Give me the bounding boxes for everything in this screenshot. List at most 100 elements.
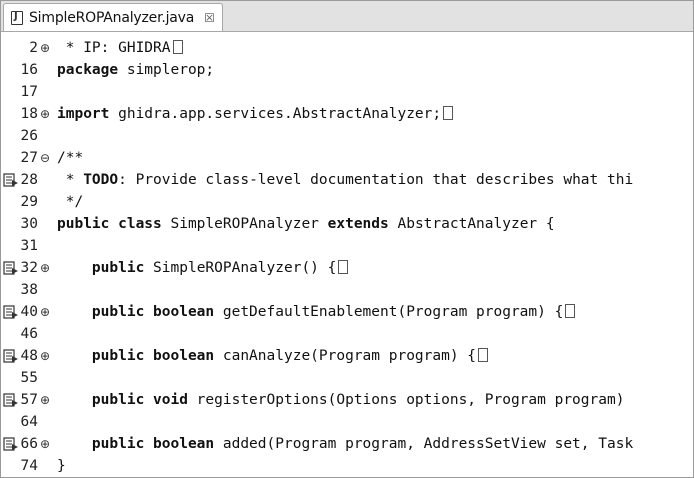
code-token: AbstractAnalyzer { xyxy=(388,216,555,232)
code-token: canAnalyze(Program program) { xyxy=(214,348,477,364)
code-line[interactable]: 32 ⊕ public SimpleROPAnalyzer() { xyxy=(1,257,693,279)
code-line[interactable]: 29 */ xyxy=(1,191,693,213)
line-number: 30 xyxy=(20,216,38,232)
line-number: 64 xyxy=(20,414,38,430)
close-icon[interactable]: ☒ xyxy=(204,11,215,25)
code-text: } xyxy=(57,455,66,477)
code-line[interactable]: 48 ⊕ public boolean canAnalyze(Program pr… xyxy=(1,345,693,367)
keyword: extends xyxy=(327,216,389,232)
code-line[interactable]: 28 * TODO: Provide class-level documenta… xyxy=(1,169,693,191)
code-line[interactable]: 27 ⊖ /** xyxy=(1,147,693,169)
tab-simpleropanalyzer[interactable]: SimpleROPAnalyzer.java ☒ xyxy=(3,3,223,31)
code-token: SimpleROPAnalyzer() { xyxy=(144,260,337,276)
code-line[interactable]: 26 xyxy=(1,125,693,147)
code-line[interactable]: 46 xyxy=(1,323,693,345)
collapsed-code-box[interactable] xyxy=(565,304,576,318)
code-text: public boolean added(Program program, Ad… xyxy=(57,433,633,455)
java-file-icon xyxy=(11,10,23,25)
code-line[interactable]: 74} xyxy=(1,455,693,477)
fold-collapse-icon[interactable]: ⊖ xyxy=(40,147,50,169)
line-number: 48 xyxy=(20,348,38,364)
line-number: 55 xyxy=(20,370,38,386)
line-number: 29 xyxy=(20,194,38,210)
code-text: * IP: GHIDRA xyxy=(57,37,183,59)
code-text: * TODO: Provide class-level documentatio… xyxy=(57,169,633,191)
code-line[interactable]: 64 xyxy=(1,411,693,433)
fold-expand-icon[interactable]: ⊕ xyxy=(40,257,50,279)
keyword: import xyxy=(57,106,110,122)
fold-expand-icon[interactable]: ⊕ xyxy=(40,433,50,455)
keyword: public boolean xyxy=(91,348,215,364)
code-line[interactable]: 38 xyxy=(1,279,693,301)
code-token: /** xyxy=(57,150,84,166)
collapsed-code-box[interactable] xyxy=(443,106,454,120)
code-text: /** xyxy=(57,147,83,169)
fold-expand-icon[interactable]: ⊕ xyxy=(40,103,50,125)
code-token: */ xyxy=(57,194,84,210)
fold-expand-icon[interactable]: ⊕ xyxy=(40,37,50,59)
line-number: 16 xyxy=(20,62,38,78)
code-line[interactable]: 31 xyxy=(1,235,693,257)
keyword: TODO xyxy=(83,172,119,188)
code-line[interactable]: 66 ⊕ public boolean added(Program program… xyxy=(1,433,693,455)
keyword: public void xyxy=(91,392,188,408)
line-number: 31 xyxy=(20,238,38,254)
line-number: 57 xyxy=(20,392,38,408)
code-token: added(Program program, AddressSetView se… xyxy=(214,436,634,452)
line-number: 17 xyxy=(20,84,38,100)
code-text: public SimpleROPAnalyzer() { xyxy=(57,257,349,279)
keyword: public class xyxy=(57,216,162,232)
code-text: public class SimpleROPAnalyzer extends A… xyxy=(57,213,555,235)
code-text: */ xyxy=(57,191,83,213)
code-line[interactable]: 30 public class SimpleROPAnalyzer extends… xyxy=(1,213,693,235)
line-number: 74 xyxy=(20,458,38,474)
line-number: 66 xyxy=(20,436,38,452)
code-line[interactable]: 17 xyxy=(1,81,693,103)
line-number: 28 xyxy=(20,172,38,188)
code-token: simplerop; xyxy=(118,62,215,78)
collapsed-code-box[interactable] xyxy=(172,40,183,54)
tab-title: SimpleROPAnalyzer.java xyxy=(29,9,195,26)
code-line[interactable]: 2 ⊕ * IP: GHIDRA xyxy=(1,37,693,59)
keyword: public boolean xyxy=(91,436,215,452)
keyword: public boolean xyxy=(91,304,215,320)
code-line[interactable]: 18 ⊕ import ghidra.app.services.AbstractAn… xyxy=(1,103,693,125)
line-number: 46 xyxy=(20,326,38,342)
line-number: 26 xyxy=(20,128,38,144)
code-line[interactable]: 40 ⊕ public boolean getDefaultEnablement(… xyxy=(1,301,693,323)
code-line[interactable]: 55 xyxy=(1,367,693,389)
code-text: public void registerOptions(Options opti… xyxy=(57,389,625,411)
line-number: 2 xyxy=(29,40,38,56)
line-number: 32 xyxy=(20,260,38,276)
code-text: package simplerop; xyxy=(57,59,214,81)
code-text: import ghidra.app.services.AbstractAnaly… xyxy=(57,103,454,125)
keyword: package xyxy=(57,62,119,78)
collapsed-code-box[interactable] xyxy=(338,260,349,274)
line-number: 40 xyxy=(20,304,38,320)
collapsed-code-box[interactable] xyxy=(478,348,489,362)
fold-expand-icon[interactable]: ⊕ xyxy=(40,301,50,323)
code-token: ghidra.app.services.AbstractAnalyzer; xyxy=(109,106,442,122)
code-line[interactable]: 57 ⊕ public void registerOptions(Options … xyxy=(1,389,693,411)
code-line[interactable]: 16 package simplerop; xyxy=(1,59,693,81)
code-token: : Provide class-level documentation that… xyxy=(118,172,634,188)
code-editor[interactable]: 2 ⊕ * IP: GHIDRA 16 package simplerop; 17 18 ⊕… xyxy=(1,32,693,477)
fold-expand-icon[interactable]: ⊕ xyxy=(40,345,50,367)
code-token: * xyxy=(57,172,84,188)
keyword: public xyxy=(91,260,145,276)
code-text: public boolean getDefaultEnablement(Prog… xyxy=(57,301,576,323)
code-token: * IP: GHIDRA xyxy=(57,40,171,56)
line-number: 27 xyxy=(20,150,38,166)
code-token: } xyxy=(57,458,66,474)
code-text: public boolean canAnalyze(Program progra… xyxy=(57,345,489,367)
fold-expand-icon[interactable]: ⊕ xyxy=(40,389,50,411)
line-number: 18 xyxy=(20,106,38,122)
code-token: getDefaultEnablement(Program program) { xyxy=(214,304,564,320)
line-number: 38 xyxy=(20,282,38,298)
code-token: registerOptions(Options options, Program… xyxy=(187,392,625,408)
